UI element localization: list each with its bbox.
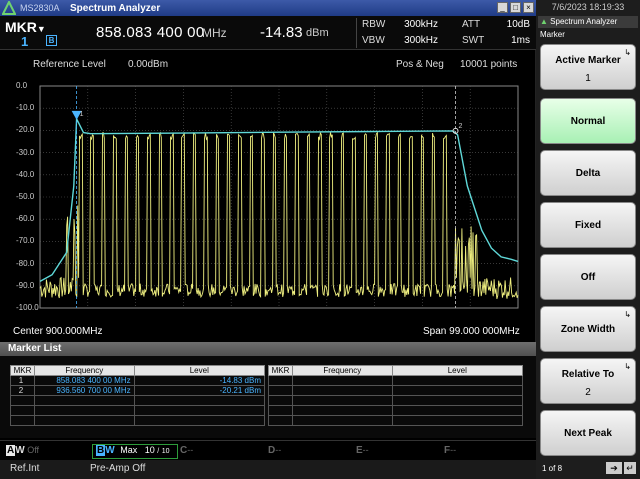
- marker-table-left: MKR Frequency Level 1 858.083 400 00 MHz…: [10, 365, 266, 426]
- swt-value: 1ms: [511, 35, 530, 46]
- off-button[interactable]: Off: [540, 254, 636, 300]
- next-peak-button[interactable]: Next Peak: [540, 410, 636, 456]
- row-frequency: 936.560 700 00 MHz: [33, 385, 135, 396]
- vbw-value: 300kHz: [404, 35, 438, 46]
- rbw-label: RBW: [362, 19, 386, 30]
- return-icon[interactable]: ↵: [624, 462, 636, 474]
- anritsu-logo-icon: [1, 0, 17, 15]
- window-controls: _ □ ×: [497, 2, 534, 13]
- function-key-panel: 7/6/2023 18:19:33 ▲ Spectrum Analyzer Ma…: [536, 0, 640, 479]
- row-frequency: 858.083 400 00 MHz: [33, 375, 135, 386]
- trace-a-status[interactable]: AW Off: [6, 445, 39, 458]
- page-number: 1 of 8: [542, 464, 563, 473]
- col-mkr: MKR: [268, 365, 293, 376]
- col-level: Level: [133, 365, 266, 376]
- page-indicator: 1 of 8 ➔ ↵: [540, 462, 636, 476]
- trace-badge: B: [46, 35, 57, 46]
- zone-width-button[interactable]: ↳ Zone Width: [540, 306, 636, 352]
- active-marker-button[interactable]: ↳ Active Marker 1: [540, 44, 636, 90]
- table-row: [10, 395, 266, 406]
- trace-status-strip: AW Off BW Max 10 / 10 C-- D-- E-- F--: [0, 440, 536, 460]
- reference-source: Ref.Int: [10, 463, 40, 474]
- app-title: Spectrum Analyzer: [70, 2, 161, 14]
- title-bar: MS2830A Spectrum Analyzer _ □ ×: [0, 0, 536, 16]
- table-row: [10, 415, 266, 426]
- clock: 7/6/2023 18:19:33: [551, 2, 625, 12]
- marker-readout: MKR▼ 1 B 858.083 400 00 MHz -14.83 dBm R…: [0, 16, 536, 50]
- trace-f-status[interactable]: F--: [444, 445, 456, 458]
- table-row: [10, 405, 266, 416]
- next-page-icon[interactable]: ➔: [606, 462, 622, 474]
- att-label: ATT: [462, 19, 481, 30]
- level-unit: dBm: [306, 27, 329, 39]
- relative-to-button[interactable]: ↳ Relative To 2: [540, 358, 636, 404]
- row-level: -14.83 dBm: [133, 375, 266, 386]
- spectrum-plot: 12: [39, 85, 519, 309]
- rbw-value: 300kHz: [404, 19, 438, 30]
- trace-b-status[interactable]: BW Max 10 / 10: [92, 444, 178, 459]
- submenu-arrow-icon: ↳: [624, 310, 631, 319]
- trace-d-status[interactable]: D--: [268, 445, 281, 458]
- row-mkr: 1: [10, 375, 35, 386]
- table-row: [268, 405, 524, 416]
- anritsu-small-icon: ▲: [540, 17, 548, 26]
- status-bar: Ref.Int Pre-Amp Off: [0, 460, 536, 479]
- table-row[interactable]: 2 936.560 700 00 MHz -20.21 dBm: [10, 385, 266, 396]
- vbw-label: VBW: [362, 35, 385, 46]
- row-level: -20.21 dBm: [133, 385, 266, 396]
- marker-list-title: Marker List: [0, 342, 536, 356]
- normal-button[interactable]: Normal: [540, 98, 636, 144]
- col-mkr: MKR: [10, 365, 35, 376]
- col-frequency: Frequency: [291, 365, 393, 376]
- spectrum-trace-area[interactable]: Reference Level 0.00dBm Pos & Neg 10001 …: [0, 50, 536, 342]
- maximize-button[interactable]: □: [510, 2, 521, 13]
- marker-table-right: MKR Frequency Level: [268, 365, 524, 426]
- active-marker-number: 1: [21, 34, 29, 49]
- fixed-button[interactable]: Fixed: [540, 202, 636, 248]
- minimize-button[interactable]: _: [497, 2, 508, 13]
- frequency-span: Span 99.000 000MHz: [423, 326, 520, 337]
- mkr-selector[interactable]: MKR▼: [5, 19, 46, 35]
- panel-subtitle: Marker: [540, 30, 565, 39]
- delta-button[interactable]: Delta: [540, 150, 636, 196]
- table-row: [268, 385, 524, 396]
- att-value: 10dB: [506, 19, 530, 30]
- divider: [356, 18, 357, 48]
- preamp-status: Pre-Amp Off: [90, 463, 146, 474]
- frequency-unit: MHz: [202, 26, 227, 40]
- table-row[interactable]: 1 858.083 400 00 MHz -14.83 dBm: [10, 375, 266, 386]
- table-row: [268, 375, 524, 386]
- marker-level: -14.83: [260, 24, 303, 41]
- marker-1-label: 1: [80, 111, 84, 118]
- trace-c-status[interactable]: C--: [180, 445, 193, 458]
- center-frequency: Center 900.000MHz: [13, 326, 103, 337]
- model-label: MS2830A: [20, 3, 60, 13]
- col-level: Level: [391, 365, 524, 376]
- trace-e-status[interactable]: E--: [356, 445, 369, 458]
- marker-list-panel: MKR Frequency Level 1 858.083 400 00 MHz…: [0, 356, 536, 438]
- col-frequency: Frequency: [33, 365, 135, 376]
- dropdown-arrow-icon: ▼: [36, 24, 46, 34]
- close-button[interactable]: ×: [523, 2, 534, 13]
- marker-frequency: 858.083 400 00: [96, 24, 205, 41]
- row-mkr: 2: [10, 385, 35, 396]
- marker-2-label: 2: [459, 123, 463, 130]
- panel-title: ▲ Spectrum Analyzer: [538, 16, 638, 28]
- table-row: [268, 415, 524, 426]
- swt-label: SWT: [462, 35, 485, 46]
- table-row: [268, 395, 524, 406]
